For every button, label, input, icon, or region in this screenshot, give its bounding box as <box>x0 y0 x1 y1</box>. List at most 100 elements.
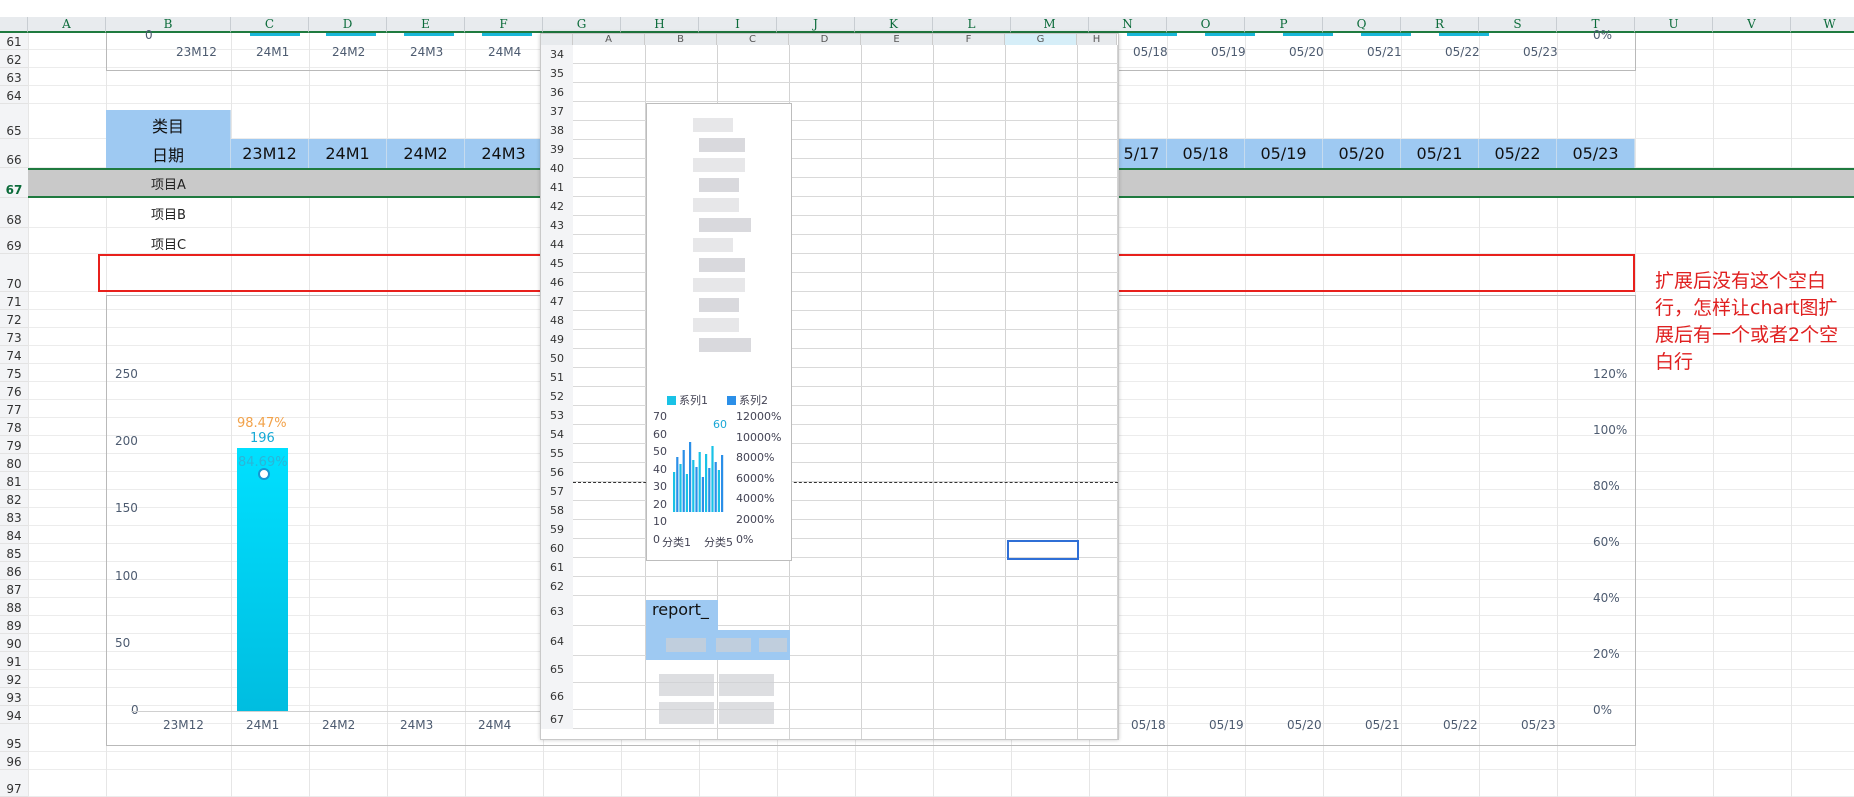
date-header-05/22[interactable]: 05/22 <box>1479 139 1557 168</box>
row-header-88[interactable]: 88 <box>0 598 28 616</box>
date-header-24M1[interactable]: 24M1 <box>309 139 387 168</box>
row-header-92[interactable]: 92 <box>0 670 28 688</box>
date-header-24M3[interactable]: 24M3 <box>465 139 543 168</box>
row-header-76[interactable]: 76 <box>0 382 28 400</box>
row-header-64[interactable]: 64 <box>0 86 28 104</box>
top-chart-bar-stub <box>250 33 300 36</box>
row-header-74[interactable]: 74 <box>0 346 28 364</box>
column-header-N[interactable]: N <box>1089 17 1167 33</box>
row-header-97[interactable]: 97 <box>0 770 28 797</box>
item-label-1[interactable]: 项目A <box>106 168 231 198</box>
popup-row-53: 53 <box>541 406 573 425</box>
date-header-05/21[interactable]: 05/21 <box>1401 139 1479 168</box>
row-header-93[interactable]: 93 <box>0 688 28 706</box>
popup-col-B: B <box>645 34 717 45</box>
column-header-H[interactable]: H <box>621 17 699 33</box>
date-header-05/18[interactable]: 05/18 <box>1167 139 1245 168</box>
column-header-O[interactable]: O <box>1167 17 1245 33</box>
column-header-B[interactable]: B <box>106 17 231 33</box>
column-header-C[interactable]: C <box>231 17 309 33</box>
row-header-71[interactable]: 71 <box>0 292 28 310</box>
row-header-89[interactable]: 89 <box>0 616 28 634</box>
blur-tile <box>699 178 739 192</box>
row-header-78[interactable]: 78 <box>0 418 28 436</box>
row-header-90[interactable]: 90 <box>0 634 28 652</box>
row-header-69[interactable]: 69 <box>0 228 28 254</box>
row-header-85[interactable]: 85 <box>0 544 28 562</box>
item-label-2[interactable]: 项目B <box>106 198 231 228</box>
blur-tile <box>693 158 745 172</box>
popup-row-56: 56 <box>541 463 573 482</box>
report-label: report_ <box>652 600 709 619</box>
column-header-S[interactable]: S <box>1479 17 1557 33</box>
row-header-63[interactable]: 63 <box>0 68 28 86</box>
column-header-G[interactable]: G <box>543 17 621 33</box>
popup-col-A: A <box>573 34 645 45</box>
column-header-F[interactable]: F <box>465 17 543 33</box>
row-header-95[interactable]: 95 <box>0 724 28 752</box>
date-header-24M2[interactable]: 24M2 <box>387 139 465 168</box>
date-header-05/23[interactable]: 05/23 <box>1557 139 1635 168</box>
date-header-5/17[interactable]: 5/17 <box>1117 139 1167 168</box>
row-header-91[interactable]: 91 <box>0 652 28 670</box>
date-header-05/19[interactable]: 05/19 <box>1245 139 1323 168</box>
row-header-96[interactable]: 96 <box>0 752 28 770</box>
preview-popup[interactable]: A B C D E F G H 34 35 36 37 38 39 40 41 42 43 44 45 46 47 48 49… <box>540 33 1119 740</box>
column-header-M[interactable]: M <box>1011 17 1089 33</box>
column-header-U[interactable]: U <box>1635 17 1713 33</box>
row-header-61[interactable]: 61 <box>0 33 28 50</box>
top-chart-tick-05/23: 05/23 <box>1523 45 1558 59</box>
date-header-05/20[interactable]: 05/20 <box>1323 139 1401 168</box>
column-header-J[interactable]: J <box>777 17 855 33</box>
row-header-67[interactable]: 67 <box>0 168 28 198</box>
row-header-82[interactable]: 82 <box>0 490 28 508</box>
column-header-E[interactable]: E <box>387 17 465 33</box>
row-header-83[interactable]: 83 <box>0 508 28 526</box>
bar-24M1[interactable] <box>237 447 288 711</box>
row-header-68[interactable]: 68 <box>0 198 28 228</box>
row-header-75[interactable]: 75 <box>0 364 28 382</box>
row-header-79[interactable]: 79 <box>0 436 28 454</box>
y2-tick-40%: 40% <box>1593 591 1620 605</box>
column-header-D[interactable]: D <box>309 17 387 33</box>
row-header-94[interactable]: 94 <box>0 706 28 724</box>
column-header-P[interactable]: P <box>1245 17 1323 33</box>
corner-cell[interactable] <box>0 17 28 33</box>
column-header-A[interactable]: A <box>28 17 106 33</box>
column-header-V[interactable]: V <box>1713 17 1791 33</box>
column-header-W[interactable]: W <box>1791 17 1854 33</box>
item-label-3[interactable]: 项目C <box>106 228 231 258</box>
mini-bar-7 <box>692 460 695 512</box>
row-header-81[interactable]: 81 <box>0 472 28 490</box>
x-tick-24M3: 24M3 <box>400 718 434 732</box>
row-header-72[interactable]: 72 <box>0 310 28 328</box>
popup-row-59: 59 <box>541 520 573 539</box>
popup-row-55: 55 <box>541 444 573 463</box>
row-header-65[interactable]: 65 <box>0 104 28 139</box>
row-header-80[interactable]: 80 <box>0 454 28 472</box>
date-header-label[interactable]: 日期 <box>106 139 231 168</box>
row-header-70[interactable]: 70 <box>0 254 28 292</box>
column-header-K[interactable]: K <box>855 17 933 33</box>
x-tick-05/19: 05/19 <box>1209 718 1244 732</box>
row-header-87[interactable]: 87 <box>0 580 28 598</box>
row-header-86[interactable]: 86 <box>0 562 28 580</box>
top-chart-tick-24M3: 24M3 <box>410 45 444 59</box>
column-header-L[interactable]: L <box>933 17 1011 33</box>
column-header-Q[interactable]: Q <box>1323 17 1401 33</box>
line-point-marker[interactable] <box>258 468 270 480</box>
column-header-I[interactable]: I <box>699 17 777 33</box>
row-header-66[interactable]: 66 <box>0 139 28 168</box>
row-header-73[interactable]: 73 <box>0 328 28 346</box>
row-header-77[interactable]: 77 <box>0 400 28 418</box>
row-header-84[interactable]: 84 <box>0 526 28 544</box>
date-header-23M12[interactable]: 23M12 <box>231 139 309 168</box>
category-label: 类目 <box>151 116 184 136</box>
popup-selected-cell[interactable] <box>1007 540 1079 560</box>
column-header-R[interactable]: R <box>1401 17 1479 33</box>
mini-bar-2 <box>676 457 679 512</box>
category-header[interactable]: 类目 <box>106 110 231 139</box>
y2-tick-0%: 0% <box>1593 703 1613 717</box>
top-chart-tick-23M12: 23M12 <box>176 45 217 59</box>
row-header-62[interactable]: 62 <box>0 50 28 68</box>
